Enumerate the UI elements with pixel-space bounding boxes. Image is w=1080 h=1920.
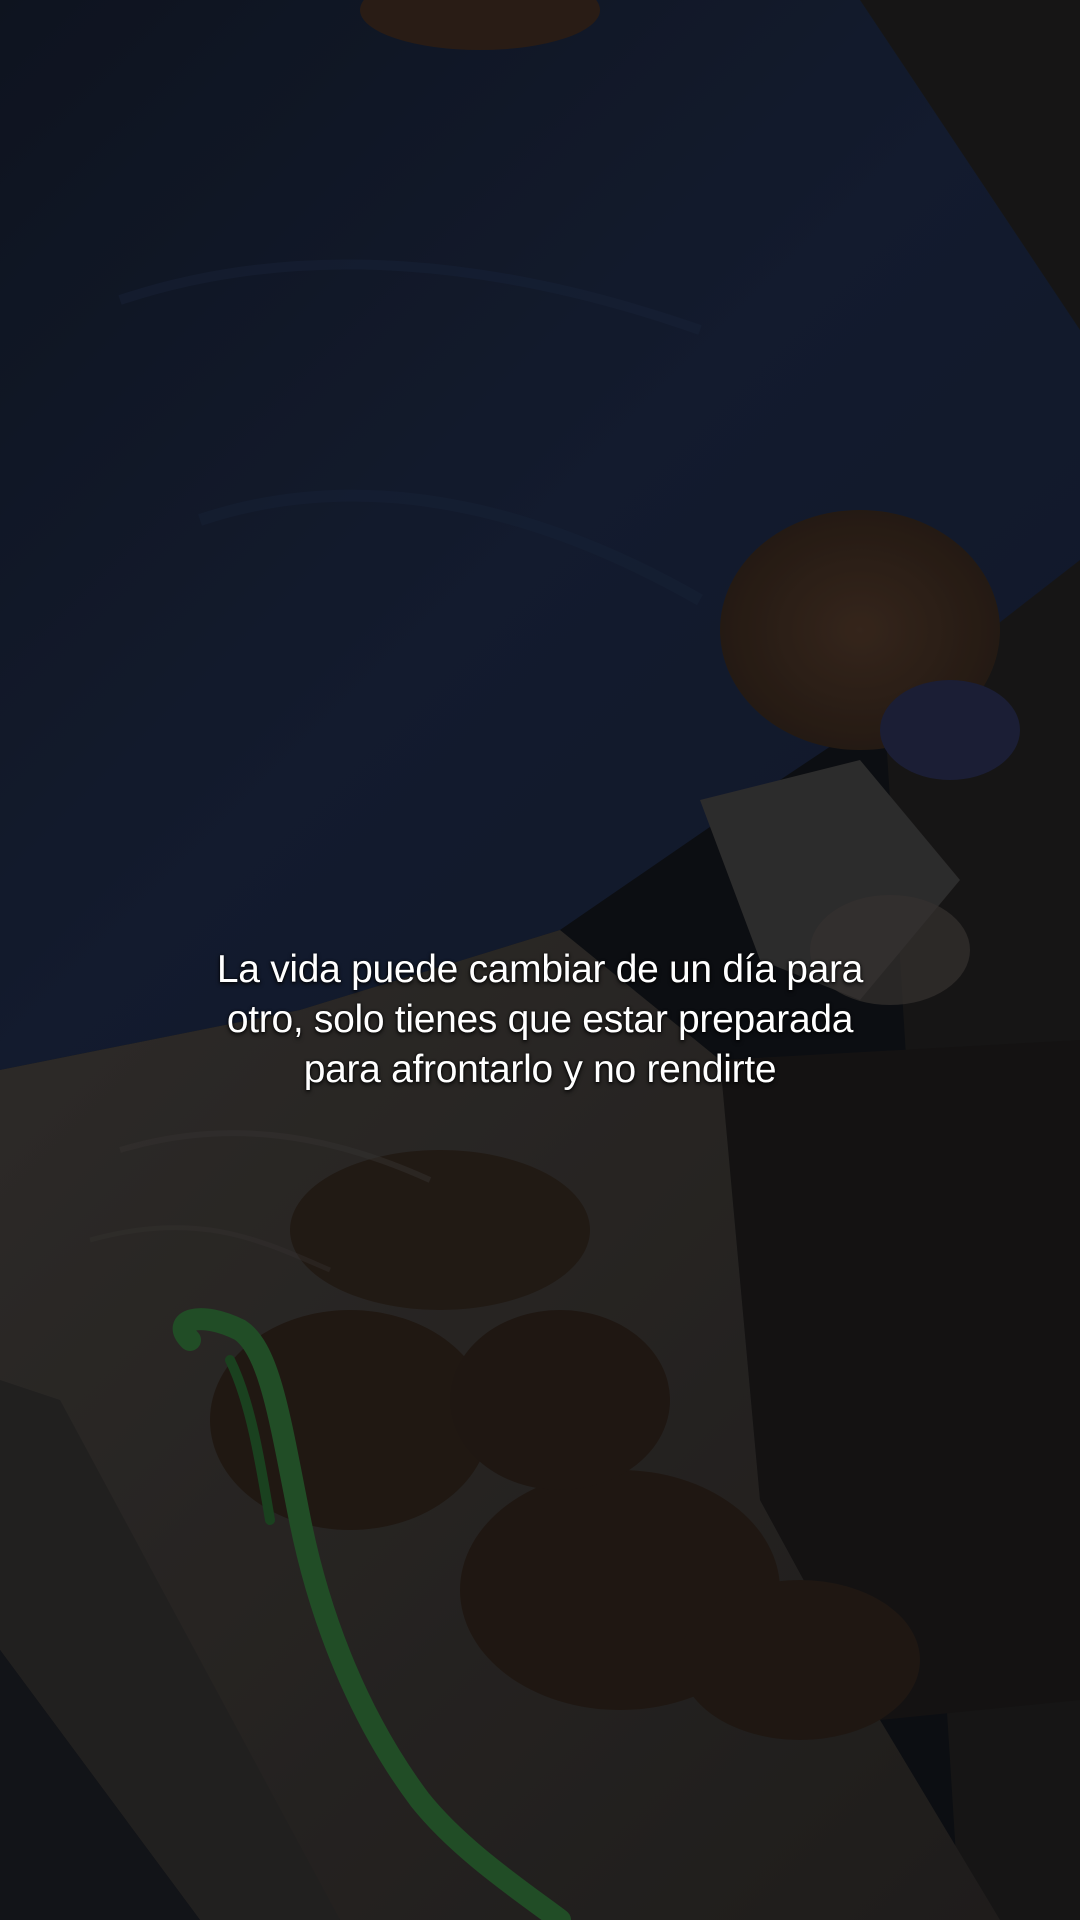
- caption-line-3: para afrontarlo y no rendirte: [303, 1048, 777, 1091]
- caption-line-1: La vida puede cambiar de un día para: [216, 948, 864, 991]
- caption-line-2: otro, solo tienes que estar preparada: [226, 998, 854, 1041]
- video-frame: La vida puede cambiar de un día para otr…: [0, 0, 1080, 1920]
- video-caption: La vida puede cambiar de un día para otr…: [140, 945, 940, 1095]
